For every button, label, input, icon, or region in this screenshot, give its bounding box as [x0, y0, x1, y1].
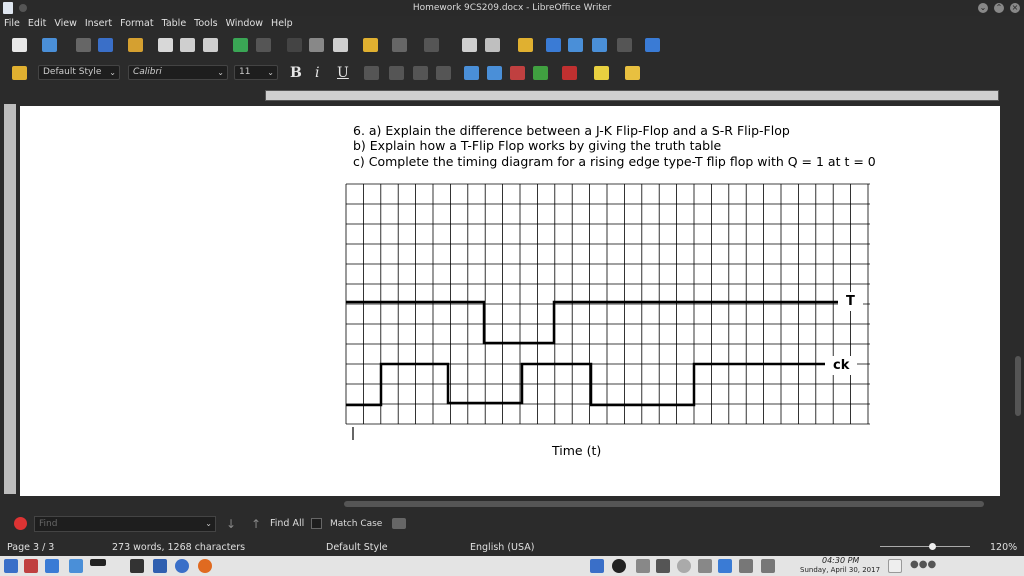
find-next-icon[interactable]: ↓: [226, 517, 236, 531]
more-icon[interactable]: ●●●: [910, 559, 936, 573]
language[interactable]: English (USA): [470, 542, 534, 553]
chevron-down-icon: ⌄: [205, 519, 212, 528]
search-input[interactable]: Find ⌄: [34, 516, 216, 532]
tray-update-icon[interactable]: [677, 559, 691, 573]
tray-battery-icon[interactable]: [761, 559, 775, 573]
match-case-checkbox[interactable]: [311, 518, 322, 529]
signal-ck-label: ck: [825, 356, 858, 375]
clock-time[interactable]: 04:30 PM: [822, 556, 859, 565]
find-replace-dialog-icon[interactable]: [392, 518, 406, 529]
browser-icon[interactable]: [175, 559, 189, 573]
word-count[interactable]: 273 words, 1268 characters: [112, 542, 245, 553]
terminal-icon[interactable]: [130, 559, 144, 573]
vertical-scroll-thumb[interactable]: [1015, 356, 1021, 416]
find-all-button[interactable]: Find All: [270, 518, 304, 529]
horizontal-scrollbar[interactable]: [0, 498, 1024, 510]
desktop-1-icon[interactable]: [90, 559, 106, 566]
status-bar: Page 3 / 3 273 words, 1268 characters De…: [0, 538, 1024, 556]
tray-network-icon[interactable]: [698, 559, 712, 573]
zoom-slider-handle[interactable]: [929, 543, 936, 550]
find-toolbar: Find ⌄ ↓ ↑ Find All Match Case: [0, 512, 1024, 536]
notifications-icon[interactable]: [888, 559, 902, 573]
firefox-icon[interactable]: [198, 559, 212, 573]
system-icon[interactable]: [24, 559, 38, 573]
tray-media-icon[interactable]: [656, 559, 670, 573]
signal-t-label: T: [838, 292, 863, 311]
timing-diagram: [345, 183, 870, 440]
vertical-scrollbar[interactable]: [1012, 104, 1024, 498]
zoom-slider[interactable]: [880, 546, 970, 547]
ck-signal-waveform: [346, 362, 838, 407]
start-menu-icon[interactable]: [4, 559, 18, 573]
time-axis-label: Time (t): [552, 443, 602, 458]
page-count[interactable]: Page 3 / 3: [7, 542, 54, 553]
tray-accessibility-icon[interactable]: [612, 559, 626, 573]
tray-monitor-icon[interactable]: [590, 559, 604, 573]
zoom-level[interactable]: 120%: [990, 542, 1017, 553]
find-previous-icon[interactable]: ↑: [251, 517, 261, 531]
horizontal-scroll-thumb[interactable]: [344, 501, 984, 507]
page-style[interactable]: Default Style: [326, 542, 388, 553]
launcher-icon[interactable]: [45, 559, 59, 573]
writer-taskbar-icon[interactable]: [153, 559, 167, 573]
file-manager-icon[interactable]: [69, 559, 83, 573]
match-case-label: Match Case: [330, 519, 383, 529]
tray-printer-icon[interactable]: [636, 559, 650, 573]
grid: [345, 183, 870, 425]
taskbar: 04:30 PM Sunday, April 30, 2017 ●●●: [0, 556, 1024, 576]
clock-date[interactable]: Sunday, April 30, 2017: [800, 566, 880, 574]
t-signal-waveform: [346, 300, 838, 345]
volume-icon[interactable]: [739, 559, 753, 573]
search-placeholder: Find: [39, 519, 58, 529]
close-find-icon[interactable]: [14, 517, 27, 530]
tray-keyboard-icon[interactable]: [718, 559, 732, 573]
